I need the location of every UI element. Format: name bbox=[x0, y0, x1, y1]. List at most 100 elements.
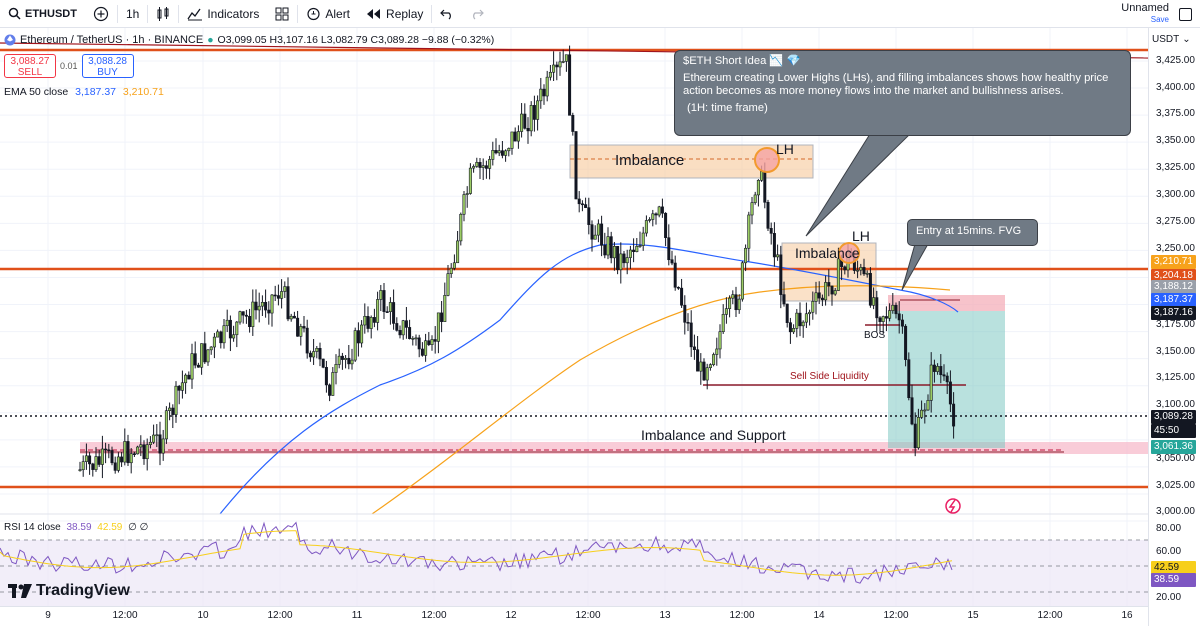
add-symbol-button[interactable] bbox=[85, 0, 117, 28]
undo-button[interactable] bbox=[432, 0, 462, 28]
candle-body bbox=[686, 321, 690, 324]
candle-body bbox=[113, 462, 117, 471]
candle-body bbox=[369, 317, 373, 329]
candle-body bbox=[632, 249, 636, 253]
candle-body bbox=[769, 228, 773, 234]
candle-body bbox=[939, 366, 943, 376]
candle-body bbox=[603, 245, 607, 256]
callout-pointer bbox=[805, 133, 912, 237]
interval-button[interactable]: 1h bbox=[118, 0, 147, 28]
candle-body bbox=[587, 207, 591, 225]
buy-price: 3,088.28 bbox=[88, 56, 127, 67]
redo-button[interactable] bbox=[462, 0, 492, 28]
price-tick: 3,425.00 bbox=[1156, 55, 1195, 66]
candle-body bbox=[561, 61, 565, 63]
candle-body bbox=[804, 313, 808, 323]
candle-body bbox=[347, 357, 351, 365]
layouts-button[interactable] bbox=[267, 0, 297, 28]
candle-body bbox=[660, 206, 664, 214]
candle-body bbox=[715, 348, 719, 355]
callout-timeframe: (1H: time frame) bbox=[687, 102, 768, 114]
candle-body bbox=[737, 298, 741, 311]
candle-body bbox=[235, 321, 239, 336]
candle-body bbox=[916, 417, 920, 449]
candle-body bbox=[324, 367, 328, 386]
bos-label: BOS bbox=[864, 330, 886, 341]
alert-label: Alert bbox=[325, 6, 351, 21]
replay-label: Replay bbox=[386, 6, 424, 21]
candle-body bbox=[404, 320, 408, 328]
fullscreen-checkbox[interactable] bbox=[1179, 7, 1192, 21]
candle-body bbox=[600, 223, 604, 246]
ohlc-values: O3,099.05 H3,107.16 L3,082.79 C3,089.28 … bbox=[217, 34, 495, 46]
candle-body bbox=[251, 301, 255, 328]
lower-high-label-2: LH bbox=[852, 228, 870, 244]
candle-body bbox=[552, 64, 556, 73]
candle-body bbox=[228, 319, 232, 339]
alert-button[interactable]: Alert bbox=[298, 0, 358, 28]
candle-body bbox=[177, 385, 181, 391]
price-tick: 3,300.00 bbox=[1156, 189, 1195, 200]
sell-button[interactable]: 3,088.27 SELL bbox=[4, 54, 56, 78]
candle-body bbox=[443, 295, 447, 322]
candle-body bbox=[158, 434, 162, 454]
candle-body bbox=[584, 204, 588, 208]
candle-body bbox=[145, 444, 149, 460]
chart-type-button[interactable] bbox=[148, 0, 178, 28]
support-zone-label: Imbalance and Support bbox=[641, 427, 786, 443]
currency-selector[interactable]: USDT ⌄ bbox=[1152, 34, 1191, 45]
candle-body bbox=[900, 319, 904, 327]
candle-body bbox=[782, 294, 786, 305]
time-tick: 12:00 bbox=[421, 610, 447, 621]
layout-name[interactable]: Unnamed Save bbox=[1121, 3, 1175, 25]
candle-body bbox=[270, 294, 274, 314]
candle-body bbox=[542, 88, 546, 97]
candle-body bbox=[830, 285, 834, 295]
callout-body: Ethereum creating Lower Highs (LHs), and… bbox=[683, 72, 1109, 97]
rsi-legend[interactable]: RSI 14 close 38.59 42.59 ∅ ∅ bbox=[4, 522, 148, 533]
indicators-icon bbox=[187, 8, 203, 20]
candle-body bbox=[568, 54, 572, 116]
live-dot: ● bbox=[207, 34, 214, 46]
candle-body bbox=[78, 469, 82, 472]
candle-body bbox=[936, 366, 940, 372]
candle-body bbox=[222, 325, 226, 344]
ema-legend[interactable]: EMA 50 close 3,187.37 3,210.71 bbox=[4, 86, 164, 98]
candle-body bbox=[548, 71, 552, 78]
stop-loss-zone bbox=[888, 295, 1005, 311]
candle-body bbox=[555, 64, 559, 68]
candle-body bbox=[318, 348, 322, 360]
candle-body bbox=[932, 364, 936, 372]
time-tick: 12:00 bbox=[1037, 610, 1063, 621]
time-tick: 12 bbox=[505, 610, 517, 621]
candle-body bbox=[635, 246, 639, 253]
candle-body bbox=[321, 358, 325, 368]
time-tick: 12:00 bbox=[729, 610, 755, 621]
symbol-search[interactable]: ETHUSDT bbox=[0, 0, 85, 28]
candle-body bbox=[699, 361, 703, 372]
buy-button[interactable]: 3,088.28 BUY bbox=[81, 54, 134, 78]
candle-body bbox=[788, 322, 792, 333]
candle-body bbox=[721, 314, 725, 332]
candle-body bbox=[260, 302, 264, 307]
tradingview-logo[interactable]: TradingView bbox=[8, 582, 130, 600]
candle-body bbox=[216, 331, 220, 338]
candle-body bbox=[622, 253, 626, 264]
candle-body bbox=[280, 291, 284, 299]
replay-button[interactable]: Replay bbox=[358, 0, 431, 28]
candle-body bbox=[152, 434, 156, 443]
sell-label: SELL bbox=[17, 67, 43, 78]
candle-body bbox=[571, 115, 575, 132]
candle-body bbox=[417, 337, 421, 350]
sell-price: 3,088.27 bbox=[10, 56, 50, 67]
candle-body bbox=[94, 456, 98, 470]
symbol-title: Ethereum / TetherUS · 1h · BINANCE bbox=[20, 34, 204, 46]
indicators-button[interactable]: Indicators bbox=[179, 0, 267, 28]
candle-body bbox=[836, 258, 840, 291]
candle-body bbox=[283, 286, 287, 292]
candle-body bbox=[862, 267, 866, 275]
top-toolbar: ETHUSDT 1h Indicators Alert Replay Unnam… bbox=[0, 0, 1200, 28]
candle-body bbox=[382, 290, 386, 312]
candle-body bbox=[168, 407, 172, 411]
time-tick: 15 bbox=[967, 610, 979, 621]
